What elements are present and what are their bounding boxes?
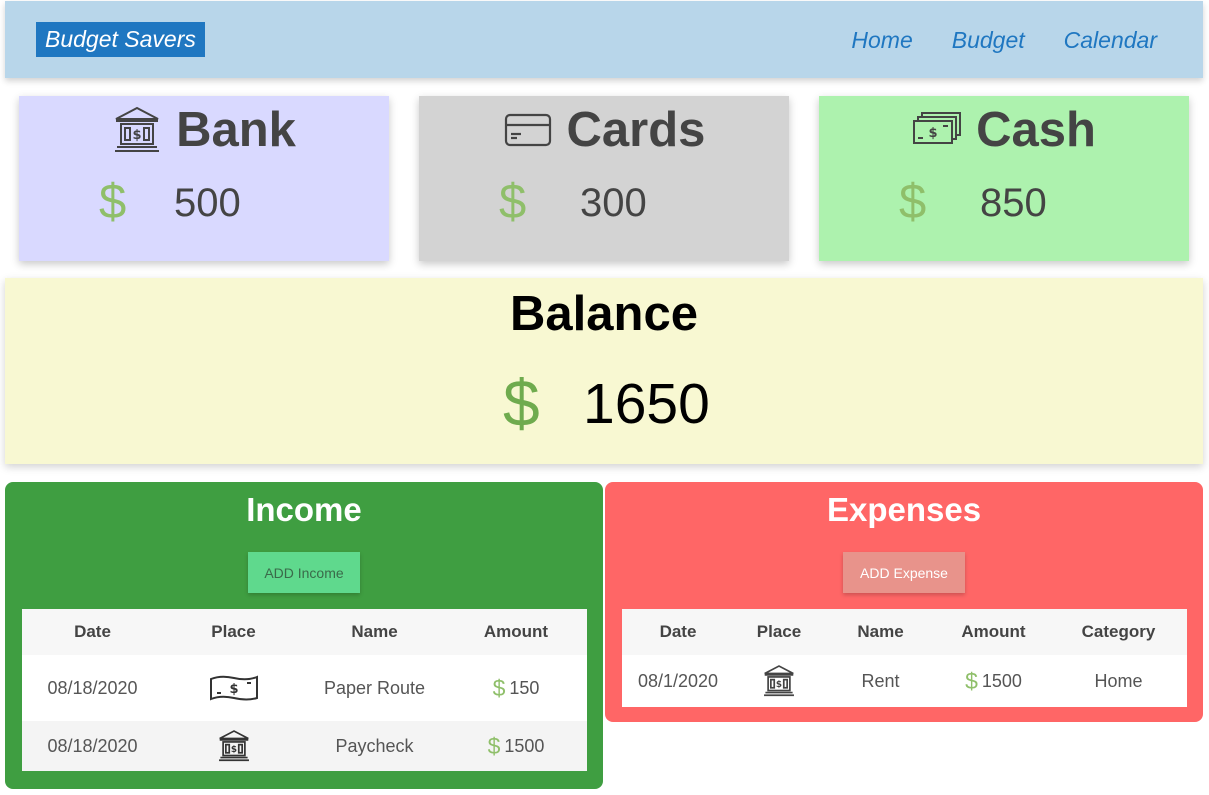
- income-title: Income: [246, 491, 362, 528]
- add-expense-button[interactable]: ADD Expense: [843, 552, 965, 593]
- row-place: $: [734, 655, 824, 707]
- column-header-name: Name: [824, 609, 937, 655]
- dollar-icon: $: [499, 175, 527, 229]
- brand-logo[interactable]: Budget Savers: [36, 22, 205, 57]
- expenses-title: Expenses: [826, 491, 982, 528]
- row-name: Paper Route: [323, 677, 426, 698]
- row-amount: $150: [445, 655, 587, 721]
- nav-links: Home Budget Calendar: [851, 25, 1157, 55]
- column-header-amount: Amount: [445, 609, 587, 655]
- navbar: Budget Savers Home Budget Calendar: [5, 1, 1203, 78]
- column-header-date: Date: [22, 609, 163, 655]
- svg-text:$: $: [929, 126, 938, 141]
- svg-text:$: $: [229, 682, 238, 697]
- dollar-icon: $: [99, 175, 127, 229]
- column-header-place: Place: [163, 609, 304, 655]
- row-place: $: [163, 721, 304, 771]
- cash-icon: $: [912, 105, 962, 155]
- row-amount-value: 150: [509, 677, 540, 698]
- column-header-date: Date: [622, 609, 734, 655]
- cards-card-header: Cards: [419, 104, 789, 156]
- dollar-icon: $: [503, 366, 540, 440]
- table-row[interactable]: 08/18/2020 $ Paper Route $150: [22, 655, 587, 721]
- row-amount-value: 1500: [504, 735, 545, 756]
- cards-card: Cards $ 300: [419, 96, 789, 261]
- cash-card-header: $ Cash: [819, 104, 1189, 156]
- row-date: 08/18/2020: [47, 735, 138, 756]
- income-table: Date Place Name Amount 08/18/2020 $ Pape…: [22, 609, 587, 771]
- dollar-icon: $: [965, 667, 978, 694]
- table-header-row: Date Place Name Amount: [22, 609, 587, 655]
- cards-title: Cards: [566, 103, 706, 157]
- credit-card-icon: [503, 105, 553, 155]
- nav-link-budget[interactable]: Budget: [952, 25, 1025, 55]
- row-amount-value: 1500: [981, 670, 1022, 691]
- column-header-name: Name: [304, 609, 445, 655]
- column-header-category: Category: [1050, 609, 1187, 655]
- row-amount: $1500: [445, 721, 587, 771]
- balance-panel: Balance $ 1650: [5, 278, 1203, 464]
- column-header-amount: Amount: [937, 609, 1050, 655]
- bank-amount: 500: [174, 181, 241, 225]
- dollar-icon: $: [487, 732, 501, 759]
- dollar-icon: $: [899, 175, 927, 229]
- svg-text:$: $: [776, 680, 782, 690]
- cash-icon: $: [209, 674, 259, 702]
- bank-title: Bank: [176, 103, 296, 157]
- cash-title: Cash: [976, 103, 1096, 157]
- nav-link-calendar[interactable]: Calendar: [1064, 25, 1157, 55]
- expenses-table: Date Place Name Amount Category 08/1/202…: [622, 609, 1187, 707]
- nav-link-home[interactable]: Home: [851, 25, 912, 55]
- balance-title: Balance: [510, 287, 698, 341]
- bank-icon: $: [112, 105, 162, 155]
- bank-card: $ Bank $ 500: [19, 96, 389, 261]
- row-category: Home: [1094, 670, 1143, 691]
- table-row[interactable]: 08/1/2020 $ Rent $ 1500 Home: [622, 655, 1187, 707]
- bank-card-header: $ Bank: [19, 104, 389, 156]
- row-name: Paycheck: [335, 735, 414, 756]
- row-date: 08/18/2020: [47, 677, 138, 698]
- add-income-button[interactable]: ADD Income: [248, 552, 360, 593]
- table-header-row: Date Place Name Amount Category: [622, 609, 1187, 655]
- bank-icon: $: [217, 729, 251, 763]
- cash-amount: 850: [980, 181, 1047, 225]
- cards-amount: 300: [580, 181, 647, 225]
- income-panel: Income ADD Income Date Place Name Amount…: [5, 482, 603, 789]
- dollar-icon: $: [492, 674, 506, 701]
- table-row[interactable]: 08/18/2020 $ Paycheck $ 1500: [22, 721, 587, 771]
- svg-text:$: $: [230, 745, 236, 755]
- row-place: $: [163, 655, 304, 721]
- row-date: 08/1/2020: [637, 670, 719, 691]
- balance-amount: 1650: [583, 372, 710, 436]
- expenses-panel: Expenses ADD Expense Date Place Name Amo…: [605, 482, 1203, 722]
- bank-icon: $: [762, 664, 796, 698]
- row-amount: $1500: [937, 655, 1050, 707]
- row-name: Rent: [861, 670, 900, 691]
- column-header-place: Place: [734, 609, 824, 655]
- cash-card: $ Cash $ 850: [819, 96, 1189, 261]
- svg-text:$: $: [133, 128, 142, 143]
